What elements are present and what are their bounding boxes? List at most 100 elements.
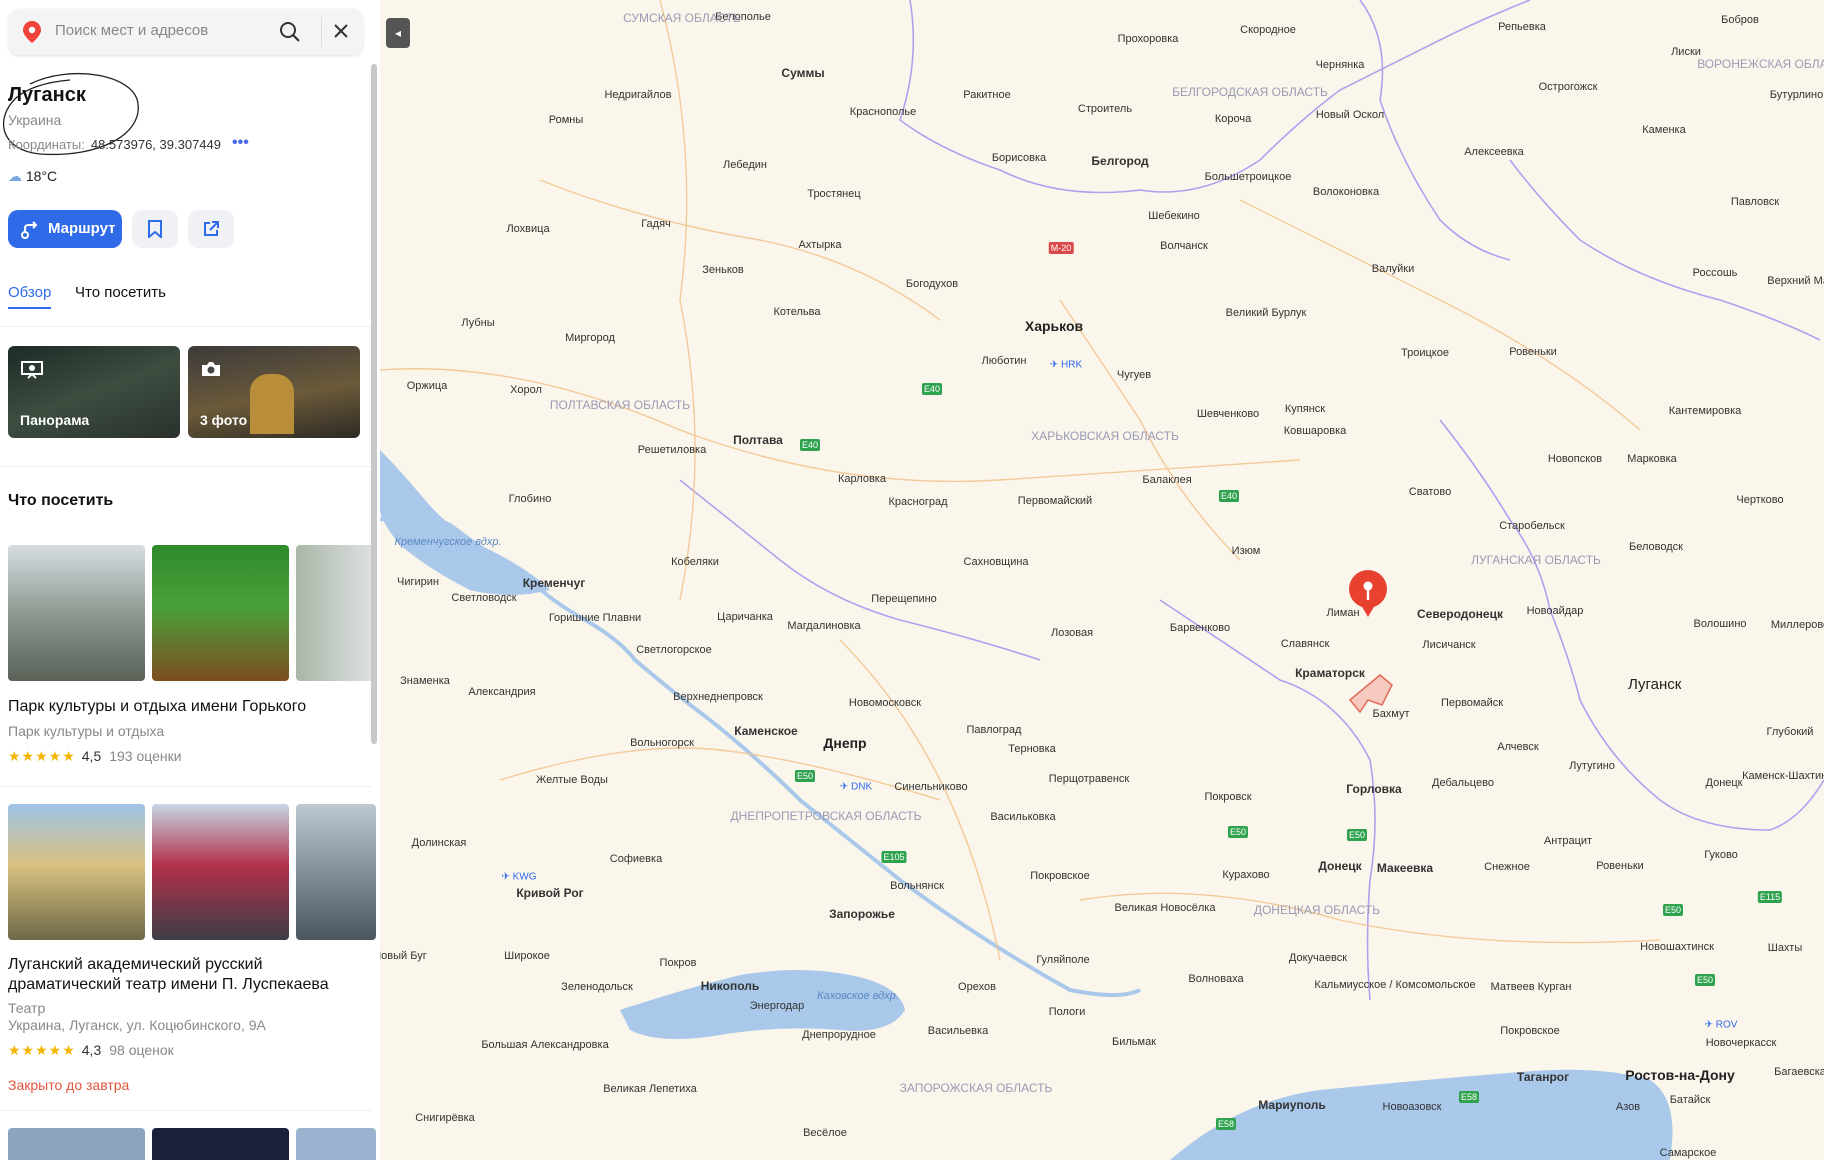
map-city-label: Люботин	[981, 355, 1027, 367]
map-city-label: Азов	[1615, 1101, 1641, 1113]
map-city-label: Покров	[659, 957, 697, 969]
map-city-label: Ковшаровка	[1283, 425, 1347, 437]
map-city-label: Знаменка	[400, 675, 450, 687]
photos-card[interactable]: 3 фото	[188, 346, 360, 438]
place-thumbnail[interactable]	[152, 1128, 289, 1160]
place-thumbnail[interactable]	[8, 804, 145, 940]
panorama-label: Панорама	[20, 412, 90, 428]
map-city-label: Светловодск	[451, 592, 517, 604]
map-city-label: Каменск-Шахтинский	[1742, 770, 1824, 782]
map-marker-icon[interactable]	[1347, 570, 1389, 618]
map-city-label: Тростянец	[807, 188, 861, 200]
map-city-label: Великий Бурлук	[1225, 307, 1307, 319]
map-city-label: Васильевка	[927, 1025, 989, 1037]
map-city-label: Глобино	[508, 493, 552, 505]
map-city-label: Донецк	[1318, 859, 1362, 873]
coordinates-value[interactable]: 48.573976, 39.307449	[91, 137, 221, 152]
map-region-label: ЗАПОРОЖСКАЯ ОБЛАСТЬ	[899, 1081, 1053, 1095]
map-city-label: Прохоровка	[1117, 33, 1179, 45]
place-thumbnail[interactable]	[8, 545, 145, 681]
map-city-label: Шебекино	[1148, 210, 1200, 222]
map-city-label: Покровское	[1030, 870, 1090, 882]
share-button[interactable]	[188, 210, 234, 248]
map-city-label: Репьевка	[1498, 21, 1546, 33]
tab-overview[interactable]: Обзор	[8, 284, 52, 309]
route-button[interactable]: Маршрут	[8, 210, 122, 248]
place-category: Парк культуры и отдыха	[8, 723, 165, 739]
map-city-label: Орехов	[958, 981, 996, 993]
more-options-button[interactable]: •••	[232, 134, 249, 152]
map-city-label: Изюм	[1231, 545, 1261, 557]
road-shield: E50	[1346, 829, 1368, 841]
sidebar-scrollbar[interactable]	[371, 64, 377, 744]
map-city-label: Острогожск	[1538, 81, 1598, 93]
place-thumbnail[interactable]	[296, 1128, 376, 1160]
map-city-label: Кантемировка	[1668, 405, 1742, 417]
road-shield: M-20	[1048, 242, 1074, 254]
map-city-label: Новоазовск	[1382, 1101, 1442, 1113]
map-city-label: Багаевская	[1774, 1066, 1824, 1078]
place-thumbnail[interactable]	[152, 545, 289, 681]
tab-what-to-visit[interactable]: Что посетить	[75, 284, 166, 301]
map-city-label: Сватово	[1408, 486, 1452, 498]
map-city-label: Дебальцево	[1432, 777, 1494, 789]
map-city-label: Софиевка	[609, 853, 663, 865]
map-region-label: ЛУГАНСКАЯ ОБЛАСТЬ	[1471, 553, 1601, 567]
road-shield: E40	[1218, 490, 1240, 502]
map-city-label: Марковка	[1627, 453, 1677, 465]
map-city-label: Горловка	[1346, 782, 1402, 796]
map-city-label: Вольногорск	[630, 737, 694, 749]
map-city-label: Покровск	[1204, 791, 1252, 803]
place-thumbnail[interactable]	[152, 804, 289, 940]
map-canvas[interactable]: Белополье Прохоровка Скородное Репьевка Бобр…	[380, 0, 1824, 1160]
road-shield: E115	[1757, 891, 1783, 903]
map-city-label: Курахово	[1222, 869, 1270, 881]
map-region-label: ДОНЕЦКАЯ ОБЛАСТЬ	[1253, 903, 1381, 917]
map-city-label: Славянск	[1280, 638, 1330, 650]
map-city-label: Гадяч	[641, 218, 671, 230]
share-icon	[204, 221, 219, 236]
search-icon[interactable]	[279, 21, 301, 43]
map-city-label: Карловка	[838, 473, 886, 485]
coordinates: Координаты: 48.573976, 39.307449	[8, 137, 221, 152]
map-city-label: Васильковка	[990, 811, 1056, 823]
map-city-label: Новочеркасск	[1705, 1037, 1777, 1049]
map-city-label: Новый Буг	[380, 950, 427, 962]
close-icon[interactable]	[331, 21, 351, 41]
map-city-label: Суммы	[781, 66, 825, 80]
search-input[interactable]: Поиск мест и адресов	[55, 22, 208, 39]
map-city-label: Балаклея	[1142, 474, 1192, 486]
airport-label: ✈ DNK	[839, 781, 873, 793]
place-name[interactable]: Парк культуры и отдыха имени Горького	[8, 697, 306, 717]
review-count[interactable]: 193 оценки	[109, 748, 181, 764]
road-shield: E40	[921, 383, 943, 395]
map-city-label: Строитель	[1077, 103, 1133, 115]
map-city-label: Бутурлиновка	[1769, 89, 1824, 101]
place-thumbnail[interactable]	[8, 1128, 145, 1160]
map-city-label: Энергодар	[749, 1000, 805, 1012]
place-thumbnail[interactable]	[296, 545, 376, 681]
bookmark-button[interactable]	[132, 210, 178, 248]
place-thumbnail[interactable]	[296, 804, 376, 940]
map-city-label: Днепр	[823, 735, 867, 751]
weather: ☁ 18°C	[8, 168, 57, 185]
map-city-label: Перщотравенск	[1048, 773, 1130, 785]
map-city-label: Чугуев	[1116, 369, 1152, 381]
map-city-label: Батайск	[1669, 1094, 1711, 1106]
map-city-label: Миргород	[565, 332, 615, 344]
route-label: Маршрут	[48, 220, 116, 237]
place-name[interactable]: Луганский академический русский драматич…	[8, 955, 358, 995]
review-count[interactable]: 98 оценок	[109, 1042, 174, 1058]
map-city-label: Таганрог	[1516, 1070, 1570, 1084]
map-city-label: Бахмут	[1372, 708, 1410, 720]
map-city-label: Чертково	[1736, 494, 1784, 506]
map-city-label: Лисичанск	[1422, 639, 1476, 651]
map-city-label: Ростов-на-Дону	[1625, 1067, 1735, 1083]
map-city-label: Гуляйполе	[1036, 954, 1090, 966]
panorama-card[interactable]: Панорама	[8, 346, 180, 438]
rating-value: 4,5	[81, 748, 102, 764]
search-box[interactable]: Поиск мест и адресов	[9, 9, 363, 55]
map-city-label: Никополь	[700, 979, 760, 993]
collapse-sidebar-button[interactable]: ◂	[386, 18, 410, 48]
map-city-label: Шевченково	[1196, 408, 1260, 420]
